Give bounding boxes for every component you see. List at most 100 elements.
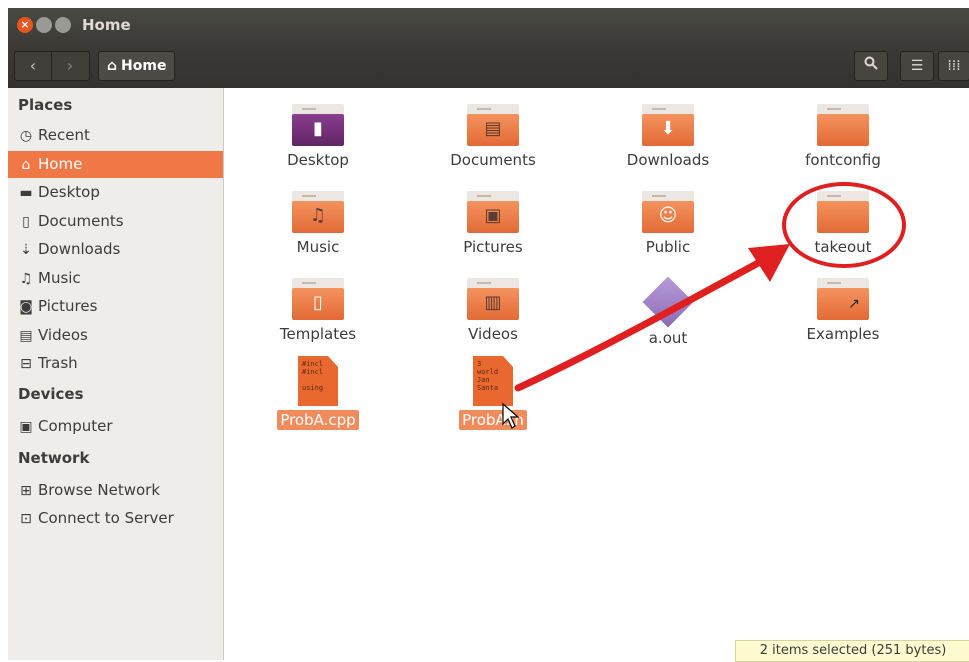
file-item-examples[interactable]: ↗ Examples	[778, 278, 908, 344]
file-item-desktop[interactable]: ▮ Desktop	[253, 104, 383, 170]
close-window-button[interactable]: ×	[17, 17, 33, 33]
home-icon: ⌂	[21, 157, 31, 173]
window-title: Home	[82, 16, 131, 34]
file-item-music[interactable]: ♫ Music	[253, 191, 383, 257]
sidebar-item-label: Desktop	[38, 183, 100, 201]
file-preview: 3 world Jan Santa	[477, 360, 499, 392]
sidebar-item-label: Recent	[38, 126, 90, 144]
chevron-right-icon: ›	[66, 56, 74, 75]
file-item-pictures[interactable]: ▣ Pictures	[428, 191, 558, 257]
sidebar-item-videos[interactable]: ▤ Videos	[8, 322, 223, 349]
network-icon: ⊞	[20, 483, 32, 499]
sidebar-item-documents[interactable]: ▯ Documents	[8, 208, 223, 235]
file-label: Templates	[279, 325, 357, 343]
home-icon: ⌂	[107, 58, 118, 74]
sidebar: Places ◷ Recent ⌂ Home ▬ Desktop ▯ Documents…	[8, 88, 224, 660]
file-label: Videos	[468, 325, 518, 343]
history-buttons: ‹ ›	[14, 51, 90, 81]
file-item-fontconfig[interactable]: fontconfig	[778, 104, 908, 170]
film-icon: ▤	[19, 328, 33, 344]
sidebar-item-recent[interactable]: ◷ Recent	[8, 122, 223, 149]
file-item-documents[interactable]: ▤ Documents	[428, 104, 558, 170]
file-label: ProbA.cpp	[277, 410, 359, 430]
path-bar-home-button[interactable]: ⌂ Home	[98, 51, 176, 81]
sidebar-item-label: Trash	[38, 354, 78, 372]
file-label: Documents	[450, 151, 536, 169]
minimize-window-button[interactable]	[36, 17, 52, 33]
list-icon: ☰	[910, 58, 924, 74]
camera-icon: ◙	[19, 299, 33, 315]
music-icon: ♫	[19, 271, 33, 287]
file-label: Music	[296, 238, 340, 256]
sidebar-item-label: Downloads	[38, 240, 121, 258]
file-item-videos[interactable]: ▥ Videos	[428, 278, 558, 344]
file-label: fontconfig	[805, 151, 881, 169]
sidebar-item-browse-network[interactable]: ⊞ Browse Network	[8, 477, 223, 504]
templates-folder-icon: ▯	[292, 278, 344, 320]
file-preview: #incl #incl using	[302, 360, 324, 392]
sidebar-item-trash[interactable]: ⊟ Trash	[8, 350, 223, 377]
file-label: Public	[645, 238, 691, 256]
desktop-folder-icon: ▮	[292, 104, 344, 146]
places-heading: Places	[18, 96, 73, 114]
sidebar-item-label: Home	[38, 155, 83, 173]
search-button[interactable]	[854, 51, 888, 81]
sidebar-item-connect-to-server[interactable]: ⊡ Connect to Server	[8, 505, 223, 532]
file-label: a.out	[648, 329, 688, 347]
server-icon: ⊡	[20, 511, 32, 527]
forward-button[interactable]: ›	[52, 52, 88, 80]
folder-icon	[817, 104, 869, 146]
sidebar-item-home[interactable]: ⌂ Home	[8, 151, 223, 178]
file-view: ▮ Desktop ▤ Documents ⬇ Downloads fontco…	[224, 88, 969, 660]
file-item-proba-cpp[interactable]: #incl #incl using ProbA.cpp	[253, 356, 383, 430]
sidebar-item-computer[interactable]: ▣ Computer	[8, 413, 223, 440]
search-icon	[864, 56, 878, 70]
folder-icon	[817, 191, 869, 233]
back-button[interactable]: ‹	[15, 52, 52, 80]
sidebar-item-desktop[interactable]: ▬ Desktop	[8, 179, 223, 206]
sidebar-item-label: Computer	[38, 417, 113, 435]
document-icon: ▯	[22, 214, 30, 230]
downloads-folder-icon: ⬇	[642, 104, 694, 146]
sidebar-item-music[interactable]: ♫ Music	[8, 265, 223, 292]
executable-icon	[642, 276, 694, 328]
devices-heading: Devices	[18, 385, 84, 403]
folder-icon: ▬	[19, 185, 33, 201]
sidebar-item-pictures[interactable]: ◙ Pictures	[8, 293, 223, 320]
file-item-takeout[interactable]: takeout	[778, 191, 908, 257]
sidebar-item-label: Browse Network	[38, 481, 161, 499]
chevron-left-icon: ‹	[29, 56, 37, 75]
grid-view-button[interactable]: ⁞⁞⁞	[938, 51, 969, 81]
sidebar-item-label: Connect to Server	[38, 509, 174, 527]
file-item-templates[interactable]: ▯ Templates	[253, 278, 383, 344]
download-icon: ⇣	[20, 242, 32, 258]
grid-icon: ⁞⁞⁞	[947, 58, 961, 74]
file-label: Downloads	[626, 151, 710, 169]
sidebar-item-label: Documents	[38, 212, 124, 230]
documents-folder-icon: ▤	[467, 104, 519, 146]
trash-icon: ⊟	[20, 356, 32, 372]
toolbar: ‹ › ⌂ Home ☰ ⁞⁞⁞	[8, 42, 969, 88]
file-label: Examples	[806, 325, 880, 343]
path-label: Home	[121, 58, 167, 74]
file-label: takeout	[814, 238, 872, 256]
sidebar-item-label: Pictures	[38, 297, 98, 315]
music-folder-icon: ♫	[292, 191, 344, 233]
file-label: ProbA.in	[459, 410, 527, 430]
title-bar: × Home	[8, 8, 969, 42]
network-heading: Network	[18, 449, 90, 467]
maximize-window-button[interactable]	[55, 17, 71, 33]
sidebar-item-downloads[interactable]: ⇣ Downloads	[8, 236, 223, 263]
sidebar-item-label: Music	[38, 269, 81, 287]
file-item-a-out[interactable]: a.out	[603, 276, 733, 348]
list-view-button[interactable]: ☰	[900, 51, 934, 81]
pictures-folder-icon: ▣	[467, 191, 519, 233]
selection-status: 2 items selected (251 bytes)	[735, 640, 969, 662]
folder-link-icon: ↗	[817, 278, 869, 320]
file-item-downloads[interactable]: ⬇ Downloads	[603, 104, 733, 170]
file-item-public[interactable]: ☺ Public	[603, 191, 733, 257]
text-file-icon: 3 world Jan Santa	[473, 356, 513, 406]
clock-icon: ◷	[19, 128, 33, 144]
file-item-proba-in[interactable]: 3 world Jan Santa ProbA.in	[428, 356, 558, 430]
drive-icon: ▣	[19, 419, 33, 435]
